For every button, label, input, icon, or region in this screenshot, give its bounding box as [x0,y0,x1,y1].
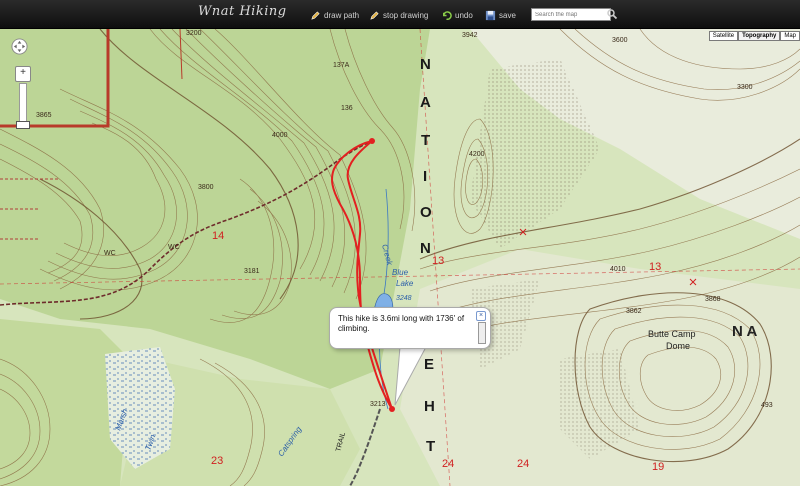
elev-4010: 4010 [610,266,626,273]
undo-icon [443,10,452,20]
elev-3862: 3862 [626,308,642,315]
elev-3868: 3868 [705,296,721,303]
elev-3800: 3800 [198,184,214,191]
letter-n: N [420,56,431,73]
elev-4200: 4200 [469,151,485,158]
elev-3213: 3213 [370,401,386,408]
topo-map[interactable]: 13 13 14 23 24 24 19 N A T I O N L E H T… [0,29,800,486]
map-type-control: Satellite Topography Map [708,31,800,41]
marker-136: 136 [341,105,353,112]
pan-control[interactable] [11,38,28,55]
butte-camp-label: Butte Camp [648,329,696,339]
app-logo: Wnat Hiking [198,4,287,19]
letter-o: O [420,204,432,221]
stop-drawing-label: stop drawing [383,10,429,20]
label-wc1: WC [104,250,116,257]
search-input[interactable] [531,8,611,21]
undo-label: undo [455,10,473,20]
save-label: save [499,10,516,20]
zoom-slider-track[interactable] [19,83,27,125]
map-type-map[interactable]: Map [780,31,800,41]
pencil-stop-icon [370,10,379,20]
close-icon[interactable]: × [476,311,486,321]
letter-h: H [424,398,435,415]
stop-drawing-button[interactable]: stop drawing [369,8,428,22]
elev-3181: 3181 [244,268,260,275]
elev-3865: 3865 [36,112,52,119]
na-label: N A [732,323,757,340]
letter-t: T [421,132,430,149]
draw-path-button[interactable]: draw path [310,8,359,22]
hike-summary-text: This hike is 3.6mi long with 1736' of cl… [338,314,465,333]
letter-n2: N [420,240,431,257]
letter-t2: T [426,438,435,455]
label-wc2: WC [168,244,180,251]
pencil-icon [311,10,320,20]
elev-3942: 3942 [462,32,478,39]
map-type-satellite[interactable]: Satellite [708,31,739,41]
letter-i: I [423,168,427,185]
lake-label-blue: Blue [392,268,409,277]
lake-label-lake: Lake [396,279,414,288]
section-13a: 13 [432,255,444,267]
elev-3200: 3200 [186,30,202,37]
section-23: 23 [211,455,223,467]
section-24b: 24 [517,458,529,470]
save-button[interactable]: save [485,8,516,22]
elev-3300: 3300 [737,84,753,91]
lake-elevation: 3248 [396,295,412,302]
elev-3600: 3600 [612,37,628,44]
search-icon[interactable] [606,8,618,20]
section-13b: 13 [649,261,661,273]
zoom-in-button[interactable]: + [15,66,31,82]
route-end-marker[interactable] [369,138,375,144]
topo-map-canvas[interactable]: 13 13 14 23 24 24 19 N A T I O N L E H T… [0,29,800,486]
elev-4000: 4000 [272,132,288,139]
section-19: 19 [652,461,664,473]
marker-137a: 137A [333,62,350,69]
section-24a: 24 [442,458,454,470]
dome-label: Dome [666,341,690,351]
route-start-marker[interactable] [389,406,395,412]
elev-493: 493 [761,402,773,409]
bubble-scrollbar[interactable] [478,322,486,344]
section-14: 14 [212,230,224,242]
letter-a: A [420,94,431,111]
floppy-disk-icon [485,10,496,20]
map-type-topography[interactable]: Topography [738,31,781,41]
draw-path-label: draw path [324,10,360,20]
undo-button[interactable]: undo [441,8,473,22]
info-bubble: This hike is 3.6mi long with 1736' of cl… [329,307,491,349]
top-toolbar: Wnat Hiking draw path stop drawing undo … [0,0,800,29]
zoom-slider-thumb[interactable] [16,121,30,129]
letter-e: E [424,356,434,373]
